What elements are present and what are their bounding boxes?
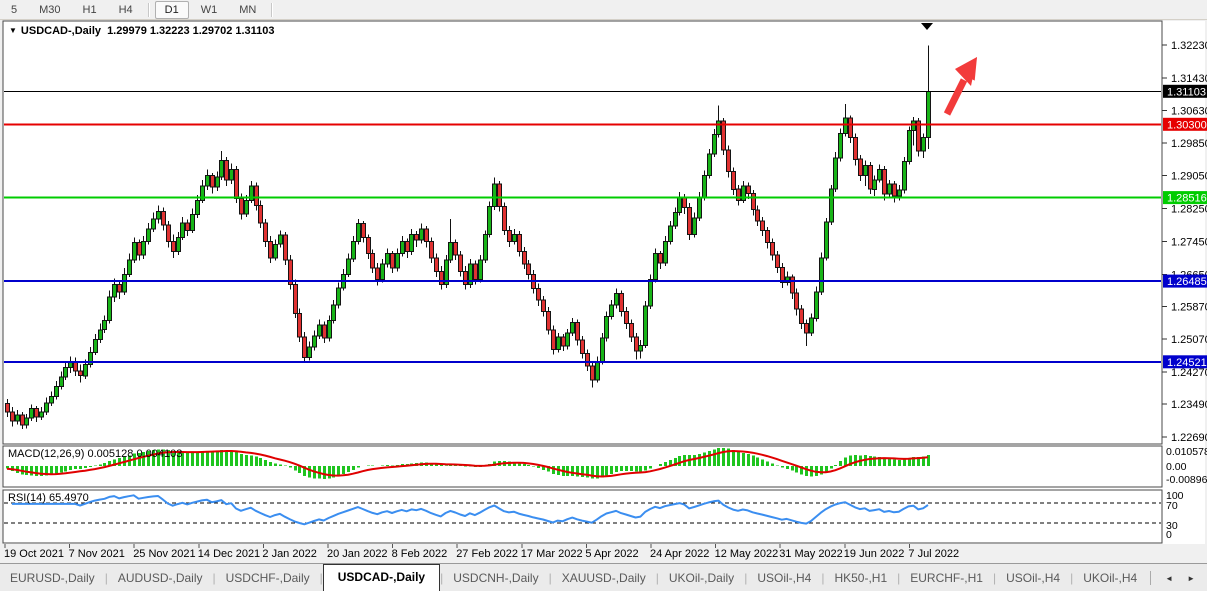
ohlc-open: 1.29979 [107, 25, 147, 37]
date-label: 24 Apr 2022 [650, 548, 709, 560]
date-label: 19 Oct 2021 [4, 548, 64, 560]
timeframe-button-D1[interactable]: D1 [155, 1, 189, 19]
tab-usoil-h4[interactable]: USOil-,H4 [747, 566, 821, 591]
timeframe-button-MN[interactable]: MN [229, 1, 266, 19]
svg-text:0.00: 0.00 [1166, 461, 1187, 473]
date-label: 17 Mar 2022 [521, 548, 583, 560]
macd-signal-value: 0.004103 [136, 448, 182, 460]
svg-text:1.23490: 1.23490 [1171, 399, 1207, 411]
svg-text:1.30300: 1.30300 [1167, 119, 1207, 131]
timeframe-toolbar: 5M30H1H4 D1W1MN [0, 0, 1207, 20]
ohlc-high: 1.32223 [150, 25, 190, 37]
rsi-indicator-label: RSI(14) 65.4970 [8, 492, 89, 504]
date-label: 7 Nov 2021 [69, 548, 125, 560]
svg-text:1.29050: 1.29050 [1171, 171, 1207, 183]
price-badge: 1.26485 [1163, 275, 1207, 289]
macd-main-value: 0.005128 [87, 448, 133, 460]
toolbar-separator [148, 3, 150, 17]
tab-hk50-h1[interactable]: HK50-,H1 [824, 566, 897, 591]
svg-text:70: 70 [1166, 500, 1178, 512]
price-badge: 1.28516 [1163, 191, 1207, 205]
tab-scroll-left-icon[interactable]: ◄ [1165, 574, 1173, 583]
svg-text:1.31103: 1.31103 [1167, 86, 1206, 98]
svg-text:0: 0 [1166, 529, 1172, 541]
chart-symbol: USDCAD-,Daily [21, 25, 101, 37]
timeframe-button-H4[interactable]: H4 [109, 1, 143, 19]
tab-ukoil-h4[interactable]: UKOil-,H4 [1073, 566, 1147, 591]
symbol-dropdown-icon[interactable]: ▼ [9, 26, 17, 35]
macd-name: MACD(12,26,9) [8, 448, 84, 460]
svg-text:1.27450: 1.27450 [1171, 236, 1207, 248]
toolbar-separator [271, 3, 273, 17]
timeframe-button-M30[interactable]: M30 [29, 1, 70, 19]
chart-title: ▼ USDCAD-,Daily 1.299791.322231.297021.31… [9, 25, 278, 37]
rsi-value: 65.4970 [49, 492, 89, 504]
svg-text:1.29850: 1.29850 [1171, 138, 1207, 150]
svg-text:1.24521: 1.24521 [1167, 357, 1207, 369]
date-label: 27 Feb 2022 [456, 548, 518, 560]
timeframe-button-5[interactable]: 5 [1, 1, 27, 19]
svg-text:-0.00896: -0.00896 [1166, 474, 1207, 486]
tab-scroll-right-icon[interactable]: ► [1187, 574, 1195, 583]
rsi-name: RSI(14) [8, 492, 46, 504]
date-label: 5 Apr 2022 [585, 548, 638, 560]
date-label: 2 Jan 2022 [262, 548, 316, 560]
date-label: 25 Nov 2021 [133, 548, 195, 560]
price-badge: 1.31103 [1163, 85, 1207, 99]
price-badge: 1.30300 [1163, 118, 1207, 132]
svg-text:1.31430: 1.31430 [1171, 73, 1207, 85]
tab-usoil-h4[interactable]: USOil-,H4 [996, 566, 1070, 591]
tab-scroll-controls: ◄► [1150, 571, 1207, 591]
timeframe-button-H1[interactable]: H1 [73, 1, 107, 19]
date-label: 14 Dec 2021 [198, 548, 260, 560]
date-label: 20 Jan 2022 [327, 548, 388, 560]
chart-canvas[interactable]: 1.32230 1.31430 1.30630 1.29850 1.29050 1.282… [0, 20, 1207, 563]
chart-tab-bar: EURUSD-,Daily|AUDUSD-,Daily|USDCHF-,Dail… [0, 563, 1207, 591]
tab-usdchf-daily[interactable]: USDCHF-,Daily [216, 566, 320, 591]
tab-ukoil-daily[interactable]: UKOil-,Daily [659, 566, 744, 591]
svg-text:1.30630: 1.30630 [1171, 106, 1207, 118]
svg-text:1.24270: 1.24270 [1171, 367, 1207, 379]
tab-audusd-daily[interactable]: AUDUSD-,Daily [108, 566, 213, 591]
tab-usdcnh-daily[interactable]: USDCNH-,Daily [443, 566, 548, 591]
ohlc-close: 1.31103 [235, 25, 274, 37]
svg-text:1.25870: 1.25870 [1171, 301, 1207, 313]
timeframe-button-W1[interactable]: W1 [191, 1, 228, 19]
date-label: 31 May 2022 [779, 548, 843, 560]
svg-text:1.28250: 1.28250 [1171, 204, 1207, 216]
price-badge: 1.24521 [1163, 355, 1207, 369]
tab-eurchf-h1[interactable]: EURCHF-,H1 [900, 566, 993, 591]
tab-usdcad-daily[interactable]: USDCAD-,Daily [323, 564, 440, 591]
mt4-terminal: { "toolbar":{"timeframes":["5","M30","H1… [0, 0, 1207, 590]
tab-separator [1150, 571, 1151, 585]
time-axis: 19 Oct 2021 7 Nov 2021 25 Nov 202114 Dec 2… [4, 544, 959, 560]
tab-xauusd-daily[interactable]: XAUUSD-,Daily [552, 566, 656, 591]
svg-text:1.22690: 1.22690 [1171, 432, 1207, 444]
date-label: 7 Jul 2022 [908, 548, 959, 560]
date-label: 19 Jun 2022 [844, 548, 905, 560]
date-label: 8 Feb 2022 [392, 548, 448, 560]
tab-eurusd-daily[interactable]: EURUSD-,Daily [0, 566, 105, 591]
svg-text:0.010578: 0.010578 [1166, 446, 1207, 458]
svg-text:1.28516: 1.28516 [1167, 193, 1207, 205]
svg-text:1.32230: 1.32230 [1171, 40, 1207, 52]
ohlc-low: 1.29702 [193, 25, 233, 37]
chart-window[interactable]: 1.32230 1.31430 1.30630 1.29850 1.29050 1.282… [0, 20, 1207, 563]
date-label: 12 May 2022 [715, 548, 779, 560]
macd-indicator-label: MACD(12,26,9) 0.005128 0.004103 [8, 448, 182, 460]
svg-text:1.26485: 1.26485 [1167, 276, 1207, 288]
svg-text:1.25070: 1.25070 [1171, 334, 1207, 346]
